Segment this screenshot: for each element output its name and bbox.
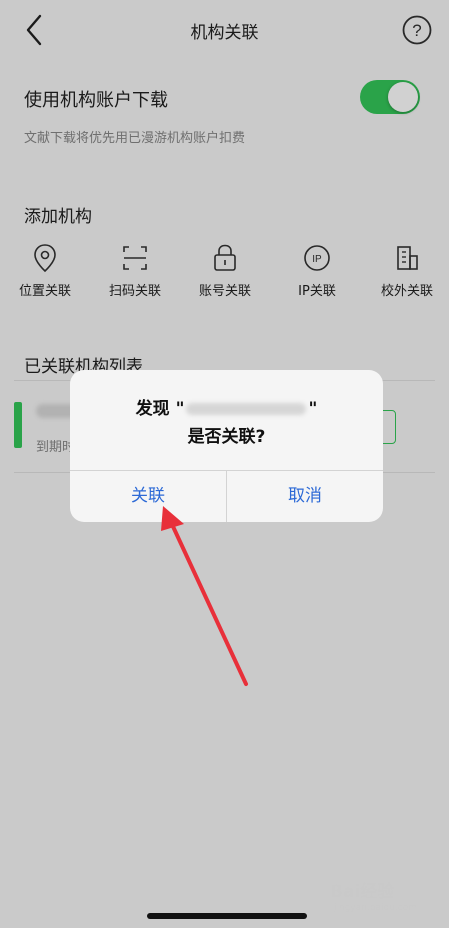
redacted-institution-name (186, 403, 307, 415)
confirm-link-button[interactable]: 关联 (70, 471, 226, 522)
dialog-prefix: 发现 " (135, 399, 185, 419)
dialog-suffix: " (308, 399, 318, 419)
home-indicator[interactable] (147, 913, 307, 919)
dialog-message-line2: 是否关联? (187, 427, 266, 447)
watermark-brand: Bai经验 (330, 882, 395, 902)
confirm-link-dialog: 发现 " " 是否关联? 关联 取消 (70, 370, 383, 522)
watermark-url: jingyan.baidu.com (334, 903, 418, 913)
baidu-watermark: Bai经验 jingyan.baidu.com (330, 877, 440, 923)
dialog-message-line1: 发现 " " (70, 394, 383, 419)
cancel-button[interactable]: 取消 (227, 471, 383, 522)
